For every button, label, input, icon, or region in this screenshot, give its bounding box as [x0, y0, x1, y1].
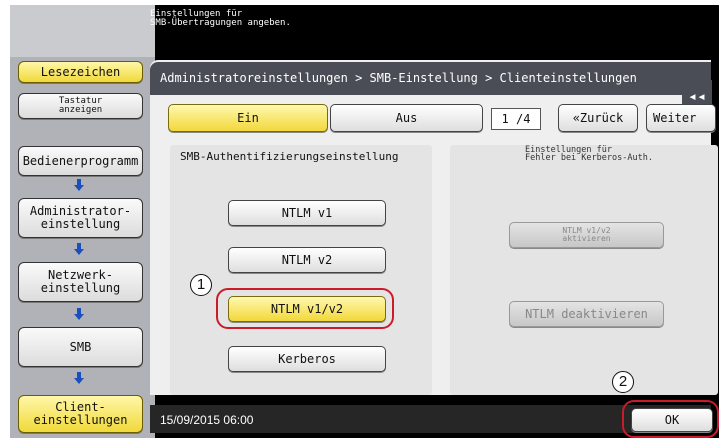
smb-auth-title: SMB-Authentifizierungseinstellung: [180, 150, 399, 163]
flow-item-admin-settings[interactable]: Administrator- einstellung: [18, 198, 143, 238]
flow-item-network-settings[interactable]: Netzwerk- einstellung: [18, 262, 143, 302]
highlight-ring: [216, 288, 394, 329]
ntlm-v2-button[interactable]: NTLM v2: [228, 247, 386, 273]
ntlm-v1-button[interactable]: NTLM v1: [228, 200, 386, 226]
page-indicator: 1 /4: [491, 108, 541, 130]
breadcrumb: Administratoreinstellungen > SMB-Einstel…: [150, 62, 711, 95]
step-2-marker: 2: [612, 371, 634, 393]
date-time: 15/09/2015 06:00: [160, 413, 254, 427]
flow-item-operator-program[interactable]: Bedienerprogramm: [18, 146, 143, 176]
kerberos-fallback-title: Einstellungen für Fehler bei Kerberos-Au…: [525, 145, 653, 163]
highlight-ring: [622, 400, 719, 438]
flow-arrow-icon: [74, 243, 84, 257]
flow-item-smb[interactable]: SMB: [18, 327, 143, 367]
sidebar-top-area: [10, 5, 155, 57]
ntlm-v1-v2-enable-button[interactable]: NTLM v1/v2 aktivieren: [509, 222, 664, 248]
ntlm-disable-button[interactable]: NTLM deaktivieren: [509, 301, 664, 327]
bookmark-button[interactable]: Lesezeichen: [18, 61, 143, 83]
next-button[interactable]: Weiter: [646, 104, 716, 132]
back-button[interactable]: «Zurück: [558, 104, 638, 132]
flow-arrow-icon: [74, 372, 84, 386]
instruction-message: Einstellungen für SMB-Übertragungen ange…: [150, 9, 291, 28]
flow-arrow-icon: [74, 308, 84, 322]
kerberos-fallback-section: [450, 145, 718, 395]
show-keyboard-button[interactable]: Tastatur anzeigen: [18, 93, 143, 119]
off-button[interactable]: Aus: [330, 104, 483, 132]
step-1-marker: 1: [190, 274, 212, 296]
kerberos-button[interactable]: Kerberos: [228, 346, 386, 372]
on-button[interactable]: Ein: [168, 104, 328, 132]
flow-item-client-settings[interactable]: Client- einstellungen: [18, 395, 143, 433]
flow-arrow-icon: [74, 179, 84, 193]
